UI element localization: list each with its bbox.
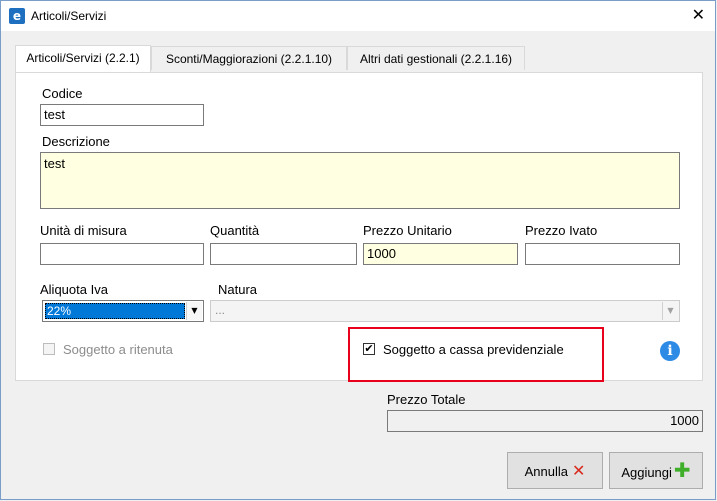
prezzo-totale-field: 1000	[387, 410, 703, 432]
natura-label: Natura	[218, 282, 258, 297]
soggetto-ritenuta-label: Soggetto a ritenuta	[63, 342, 173, 357]
quantita-field[interactable]	[210, 243, 357, 265]
annulla-button[interactable]: Annulla ✕	[507, 452, 603, 489]
descrizione-label: Descrizione	[42, 134, 110, 149]
unita-misura-label: Unità di misura	[40, 223, 127, 238]
natura-select: ... ▼	[210, 300, 680, 322]
close-icon[interactable]: ✕	[692, 6, 705, 24]
aggiungi-label: Aggiungi	[621, 465, 672, 480]
cancel-x-icon: ✕	[571, 461, 586, 480]
quantita-label: Quantità	[210, 223, 260, 238]
prezzo-unitario-label: Prezzo Unitario	[363, 223, 452, 238]
tab-altri-dati-gestionali[interactable]: Altri dati gestionali (2.2.1.16)	[347, 46, 525, 70]
aliquota-iva-label: Aliquota Iva	[40, 282, 108, 297]
soggetto-cassa-checkbox[interactable]: ✔	[363, 343, 375, 355]
natura-value: ...	[215, 303, 226, 317]
codice-field[interactable]: test	[40, 104, 204, 126]
window-title: Articoli/Servizi	[31, 9, 107, 23]
soggetto-cassa-label[interactable]: Soggetto a cassa previdenziale	[383, 342, 564, 357]
prezzo-unitario-field[interactable]: 1000	[363, 243, 518, 265]
add-plus-icon: ✚	[673, 458, 691, 482]
soggetto-ritenuta-checkbox	[43, 343, 55, 355]
tab-sconti-maggiorazioni[interactable]: Sconti/Maggiorazioni (2.2.1.10)	[151, 46, 347, 70]
chevron-down-icon: ▼	[662, 302, 678, 320]
info-icon[interactable]: i	[660, 341, 680, 361]
prezzo-ivato-label: Prezzo Ivato	[525, 223, 598, 238]
descrizione-field[interactable]: test	[40, 152, 680, 209]
aliquota-iva-select[interactable]: 22% ▼	[42, 300, 204, 322]
annulla-label: Annulla	[524, 464, 568, 479]
aliquota-iva-value: 22%	[45, 303, 185, 319]
prezzo-ivato-field[interactable]	[525, 243, 680, 265]
app-logo-icon: e	[9, 8, 25, 24]
dialog-window: e Articoli/Servizi ✕ Articoli/Servizi (2…	[0, 0, 716, 500]
unita-misura-field[interactable]	[40, 243, 204, 265]
chevron-down-icon[interactable]: ▼	[186, 302, 202, 320]
tab-articoli-servizi[interactable]: Articoli/Servizi (2.2.1)	[15, 45, 151, 72]
aggiungi-button[interactable]: Aggiungi ✚	[609, 452, 703, 489]
title-bar: e Articoli/Servizi ✕	[1, 1, 715, 31]
prezzo-totale-label: Prezzo Totale	[387, 392, 466, 407]
codice-label: Codice	[42, 86, 83, 101]
